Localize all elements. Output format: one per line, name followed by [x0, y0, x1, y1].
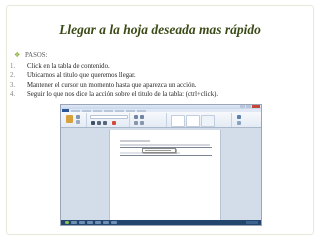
pasos-label: PASOS: [25, 52, 48, 59]
style-heading[interactable] [201, 115, 215, 127]
step-text: Click en la tabla de contenido. [27, 63, 110, 70]
taskbar-app-icon[interactable] [79, 221, 85, 224]
taskbar-items [65, 221, 117, 224]
step-item: 4. Seguir lo que nos dice la acción sobre… [10, 90, 218, 99]
taskbar-app-icon[interactable] [111, 221, 117, 224]
underline-icon[interactable] [103, 121, 107, 125]
system-tray[interactable] [246, 221, 258, 224]
ribbon-group-styles [168, 113, 232, 127]
minimize-icon[interactable] [240, 105, 245, 108]
step-number: 3. [10, 81, 16, 89]
style-no-spacing[interactable] [186, 115, 200, 127]
diamond-bullet-icon: ❖ [14, 51, 21, 59]
word-screenshot [60, 104, 262, 226]
replace-icon[interactable] [237, 121, 241, 125]
italic-icon[interactable] [97, 121, 101, 125]
tooltip-text [145, 150, 171, 151]
paste-icon[interactable] [66, 115, 73, 123]
toc-entry[interactable] [120, 144, 210, 146]
step-item: 2. Ubicarnos al titulo que queremos llega… [10, 71, 218, 80]
ribbon-group-clipboard [63, 113, 87, 127]
windows-taskbar [61, 220, 261, 225]
bullet-pasos: ❖ PASOS: [14, 51, 47, 60]
document-page[interactable] [109, 130, 221, 222]
ctrl-click-tooltip [142, 148, 176, 153]
step-text: Ubicarnos al titulo que queremos llegar. [27, 72, 136, 80]
cut-icon[interactable] [76, 115, 80, 119]
ribbon [61, 112, 261, 128]
align-center-icon[interactable] [140, 121, 144, 125]
taskbar-app-icon[interactable] [87, 221, 93, 224]
document-area [61, 128, 261, 222]
align-left-icon[interactable] [134, 121, 138, 125]
close-icon[interactable] [252, 105, 260, 108]
font-color-icon[interactable] [112, 121, 116, 125]
taskbar-app-icon[interactable] [103, 221, 109, 224]
step-number: 1. [10, 63, 16, 70]
step-text: Seguir lo que nos dice la acción sobre e… [27, 90, 219, 98]
ribbon-group-paragraph [131, 113, 167, 127]
step-item: 3. Mantener el cursor un momento hasta qu… [10, 81, 218, 90]
step-text: Mantener el cursor un momento hasta que … [27, 81, 197, 89]
toc-underline [120, 155, 212, 156]
maximize-icon[interactable] [246, 105, 251, 108]
step-number: 4. [10, 90, 16, 98]
ribbon-group-font [88, 113, 130, 127]
numbering-icon[interactable] [140, 115, 144, 119]
ribbon-group-editing [233, 113, 259, 127]
bullets-icon[interactable] [134, 115, 138, 119]
find-icon[interactable] [237, 115, 241, 119]
taskbar-app-icon[interactable] [71, 221, 77, 224]
bold-icon[interactable] [91, 121, 95, 125]
steps-list: 1. Click en la tabla de contenido. 2. Ubic… [10, 62, 218, 99]
taskbar-app-icon[interactable] [95, 221, 101, 224]
step-item: 1. Click en la tabla de contenido. [10, 62, 218, 71]
copy-icon[interactable] [76, 120, 80, 124]
slide-title: Llegar a la hoja deseada mas rápido [59, 22, 261, 37]
step-number: 2. [10, 72, 16, 80]
style-normal[interactable] [171, 115, 185, 127]
toc-heading [120, 140, 150, 142]
start-icon[interactable] [65, 221, 69, 224]
font-select[interactable] [90, 115, 128, 119]
